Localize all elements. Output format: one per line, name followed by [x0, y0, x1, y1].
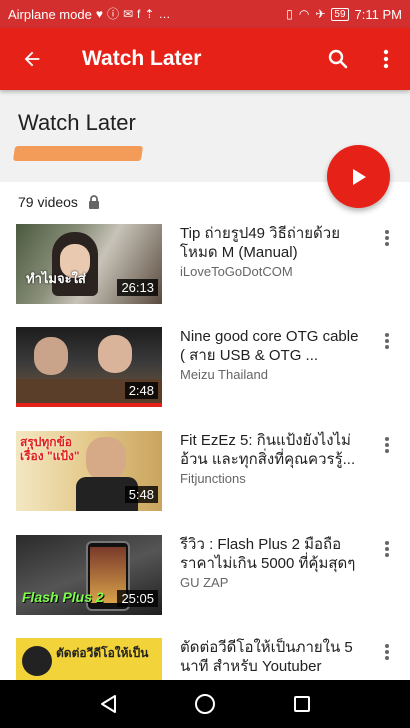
lock-icon [88, 195, 99, 209]
heart-icon: ♥ [95, 7, 103, 21]
facebook-icon: f [137, 7, 141, 21]
notification-icon: ✉ [122, 7, 134, 21]
square-recents-icon [293, 696, 310, 712]
video-menu-button[interactable] [376, 329, 398, 353]
battery-icon: 59 [331, 7, 349, 21]
status-text: Airplane mode [8, 6, 92, 22]
video-count-row: 79 videos [18, 194, 100, 210]
playlist-title: Watch Later [18, 110, 136, 135]
upload-icon: ⇡ [144, 7, 155, 21]
vibrate-icon: ▯ [286, 7, 293, 21]
video-count: 79 videos [18, 194, 78, 210]
video-title[interactable]: Tip ถ่ายรูป49 วิธีถ่ายด้วยโหมด M (Manual… [180, 224, 362, 262]
clock: 7:11 PM [354, 6, 402, 22]
watch-progress [16, 403, 162, 407]
arrow-back-icon [24, 51, 40, 67]
video-thumbnail[interactable]: สรุปทุกข้อเรื่อง "แป้ง" 5:48 [16, 431, 162, 511]
thumbnail-caption: ทำไมจะใส่ [26, 271, 86, 286]
thumbnail-caption: Flash Plus 2 [22, 589, 104, 605]
status-bar: Airplane mode ♥ ⓘ ✉ f ⇡ … ▯ ◠ ✈ 59 7:11 … [0, 0, 410, 28]
video-title[interactable]: Fit EzEz 5: กินแป้งยังไงไม่อ้วน และทุกสิ… [180, 431, 362, 469]
triangle-back-icon [101, 695, 117, 713]
app-bar: Watch Later [0, 28, 410, 90]
channel-name: GU ZAP [180, 575, 229, 590]
duration-badge: 25:05 [117, 590, 158, 607]
more-vert-icon [385, 230, 389, 246]
nav-recents-button[interactable] [282, 684, 322, 724]
system-nav-bar [0, 680, 410, 728]
nav-back-button[interactable] [88, 684, 128, 724]
video-item[interactable]: สรุปทุกข้อเรื่อง "แป้ง" 5:48 Fit EzEz 5:… [0, 431, 410, 523]
video-menu-button[interactable] [376, 433, 398, 457]
video-item[interactable]: Flash Plus 2 25:05 รีวิว : Flash Plus 2 … [0, 535, 410, 627]
video-menu-button[interactable] [376, 537, 398, 561]
video-title[interactable]: รีวิว : Flash Plus 2 มือถือราคาไม่เกิน 5… [180, 535, 362, 573]
channel-name: Meizu Thailand [180, 367, 268, 382]
circle-home-icon [194, 694, 215, 714]
wifi-icon: ◠ [298, 7, 310, 21]
more-options-button[interactable] [362, 28, 410, 90]
redacted-owner [12, 146, 144, 161]
video-title[interactable]: Nine good core OTG cable ( สาย USB & OTG… [180, 327, 362, 365]
video-thumbnail[interactable]: ทำไมจะใส่ 26:13 [16, 224, 162, 304]
more-vert-icon [385, 644, 389, 660]
app-title: Watch Later [82, 47, 202, 70]
thumbnail-caption: ตัดต่อวีดีโอให้เป็น [56, 646, 149, 660]
nav-home-button[interactable] [185, 684, 225, 724]
duration-badge: 2:48 [124, 382, 158, 399]
more-vert-icon [385, 437, 389, 453]
search-button[interactable] [314, 28, 362, 90]
search-icon [328, 49, 348, 69]
more-vert-icon [383, 49, 389, 69]
play-all-button[interactable] [327, 145, 390, 208]
play-icon [352, 168, 366, 185]
more-vert-icon [385, 333, 389, 349]
more-notifications-icon: … [158, 7, 171, 21]
video-item[interactable]: 2:48 Nine good core OTG cable ( สาย USB … [0, 327, 410, 419]
more-vert-icon [385, 541, 389, 557]
duration-badge: 26:13 [117, 279, 158, 296]
channel-name: iLoveToGoDotCOM [180, 264, 293, 279]
channel-name: Fitjunctions [180, 471, 246, 486]
thumbnail-caption: สรุปทุกข้อเรื่อง "แป้ง" [20, 435, 80, 463]
video-title[interactable]: ตัดต่อวีดีโอให้เป็นภายใน 5 นาที สำหรับ Y… [180, 638, 362, 676]
video-menu-button[interactable] [376, 640, 398, 664]
alert-icon: ⓘ [106, 7, 119, 21]
duration-badge: 5:48 [124, 486, 158, 503]
video-thumbnail[interactable]: ตัดต่อวีดีโอให้เป็น [16, 638, 162, 680]
video-menu-button[interactable] [376, 226, 398, 250]
video-item[interactable]: ทำไมจะใส่ 26:13 Tip ถ่ายรูป49 วิธีถ่ายด้… [0, 224, 410, 316]
video-thumbnail[interactable]: 2:48 [16, 327, 162, 407]
airplane-icon: ✈ [315, 7, 326, 21]
back-button[interactable] [0, 28, 64, 90]
video-thumbnail[interactable]: Flash Plus 2 25:05 [16, 535, 162, 615]
